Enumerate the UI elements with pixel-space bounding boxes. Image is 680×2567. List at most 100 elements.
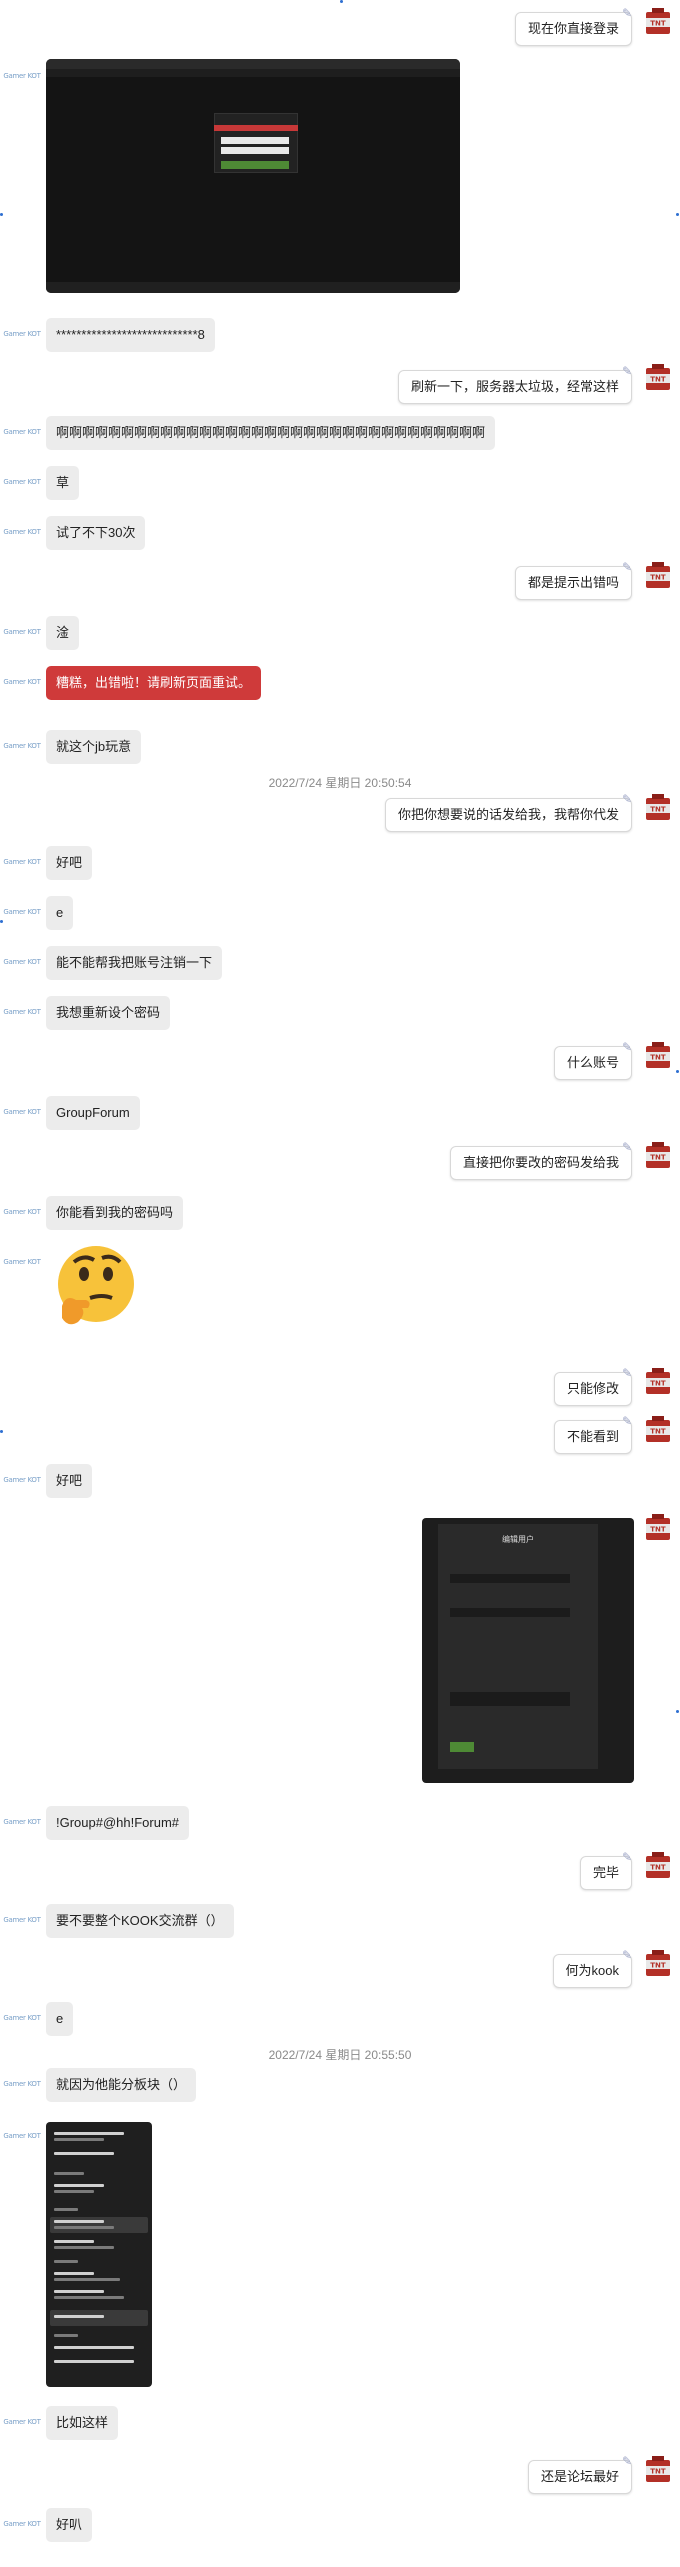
edge-marker	[676, 1710, 679, 1713]
panel-title: 编辑用户	[502, 1535, 534, 1544]
tnt-avatar-icon[interactable]: TNT	[642, 6, 674, 38]
message-bubble-sent[interactable]: 现在你直接登录 ✎	[514, 6, 632, 46]
chat-history: 现在你直接登录 ✎ TNT Gamer KOT Gamer KOT ******…	[0, 0, 680, 2567]
message-text: 要不要整个KOOK交流群（）	[56, 1913, 224, 1928]
message-bubble-sent[interactable]: 不能看到 ✎	[553, 1414, 632, 1454]
error-bar	[214, 125, 298, 131]
error-message-bubble[interactable]: 糟糕，出错啦！请刷新页面重试。	[46, 666, 262, 700]
message-bubble[interactable]: !Group#@hh!Forum#	[46, 1806, 190, 1840]
message-bubble[interactable]: e	[46, 2002, 74, 2036]
edge-marker	[340, 0, 343, 3]
gamer-kot-avatar-icon[interactable]: Gamer KOT	[3, 2508, 41, 2540]
message-bubble-sent[interactable]: 直接把你要改的密码发给我 ✎	[449, 1140, 632, 1180]
message-text: 糟糕，出错啦！请刷新页面重试。	[56, 675, 252, 690]
message-bubble-sent[interactable]: 只能修改 ✎	[553, 1366, 632, 1406]
gamer-kot-avatar-icon[interactable]: Gamer KOT	[3, 946, 41, 978]
message-bubble-sent[interactable]: 完毕 ✎	[579, 1850, 632, 1890]
message-bubble[interactable]: 好叭	[46, 2508, 93, 2542]
gamer-kot-avatar-icon[interactable]: Gamer KOT	[3, 896, 41, 928]
channel-line	[54, 2272, 94, 2275]
message-bubble[interactable]: GroupForum	[46, 1096, 140, 1130]
gamer-kot-avatar-icon[interactable]: Gamer KOT	[3, 466, 41, 498]
edit-pencil-icon: ✎	[621, 364, 633, 378]
gamer-kot-avatar-icon[interactable]: Gamer KOT	[3, 2406, 41, 2438]
tnt-avatar-icon[interactable]: TNT	[642, 1414, 674, 1446]
gamer-kot-avatar-icon[interactable]: Gamer KOT	[3, 846, 41, 878]
gamer-kot-avatar-icon[interactable]: Gamer KOT	[3, 1096, 41, 1128]
gamer-kot-avatar-icon[interactable]: Gamer KOT	[3, 2120, 41, 2152]
message-bubble[interactable]: 我想重新设个密码	[46, 996, 171, 1030]
gamer-kot-avatar-icon[interactable]: Gamer KOT	[3, 730, 41, 762]
message-bubble[interactable]: 比如这样	[46, 2406, 119, 2440]
message-bubble[interactable]: 好吧	[46, 1464, 93, 1498]
channel-line	[54, 2246, 114, 2249]
message-text: 直接把你要改的密码发给我	[462, 1155, 619, 1170]
message-bubble[interactable]: 啊啊啊啊啊啊啊啊啊啊啊啊啊啊啊啊啊啊啊啊啊啊啊啊啊啊啊啊啊啊啊啊啊	[46, 416, 496, 450]
gamer-kot-avatar-icon[interactable]: Gamer KOT	[3, 1904, 41, 1936]
gamer-kot-avatar-icon[interactable]: Gamer KOT	[3, 60, 41, 92]
message-bubble[interactable]: 要不要整个KOOK交流群（）	[46, 1904, 234, 1938]
channel-line	[54, 2296, 124, 2299]
channel-line	[54, 2132, 124, 2135]
message-text: 草	[56, 475, 70, 490]
message-text: 刷新一下，服务器太垃圾，经常这样	[410, 379, 619, 394]
gamer-kot-avatar-icon[interactable]: Gamer KOT	[3, 996, 41, 1028]
login-button	[221, 161, 289, 169]
channel-line	[54, 2226, 114, 2229]
tnt-avatar-icon[interactable]: TNT	[642, 2454, 674, 2486]
message-bubble[interactable]: ****************************8	[46, 318, 215, 352]
password-input	[450, 1692, 570, 1706]
channel-line	[54, 2360, 134, 2363]
channel-highlight	[50, 2310, 148, 2326]
tnt-avatar-icon[interactable]: TNT	[642, 1040, 674, 1072]
message-bubble[interactable]: 好吧	[46, 846, 93, 880]
gamer-kot-avatar-icon[interactable]: Gamer KOT	[3, 516, 41, 548]
edit-pencil-icon: ✎	[621, 1040, 633, 1054]
gamer-kot-avatar-icon[interactable]: Gamer KOT	[3, 666, 41, 698]
message-bubble[interactable]: 淦	[46, 616, 80, 650]
tnt-avatar-icon[interactable]: TNT	[642, 362, 674, 394]
message-bubble-sent[interactable]: 你把你想要说的话发给我，我帮你代发 ✎	[384, 792, 632, 832]
edit-pencil-icon: ✎	[621, 1366, 633, 1380]
message-bubble-sent[interactable]: 都是提示出错吗 ✎	[514, 560, 632, 600]
message-bubble[interactable]: 就因为他能分板块（）	[46, 2068, 197, 2102]
gamer-kot-avatar-icon[interactable]: Gamer KOT	[3, 318, 41, 350]
gamer-kot-avatar-icon[interactable]: Gamer KOT	[3, 1246, 41, 1278]
tnt-avatar-icon[interactable]: TNT	[642, 792, 674, 824]
message-bubble[interactable]: 你能看到我的密码吗	[46, 1196, 184, 1230]
gamer-kot-avatar-icon[interactable]: Gamer KOT	[3, 616, 41, 648]
edit-pencil-icon: ✎	[621, 1948, 633, 1962]
channel-line	[54, 2346, 134, 2349]
gamer-kot-avatar-icon[interactable]: Gamer KOT	[3, 416, 41, 448]
screenshot-edit-user[interactable]: 编辑用户	[422, 1518, 634, 1783]
edit-pencil-icon: ✎	[621, 792, 633, 806]
taskbar	[46, 282, 460, 293]
thinking-face-icon[interactable]	[52, 1244, 136, 1330]
gamer-kot-avatar-icon[interactable]: Gamer KOT	[3, 2068, 41, 2100]
message-bubble[interactable]: 能不能帮我把账号注销一下	[46, 946, 223, 980]
message-bubble[interactable]: 试了不下30次	[46, 516, 146, 550]
tnt-avatar-icon[interactable]: TNT	[642, 1140, 674, 1172]
message-bubble[interactable]: e	[46, 896, 74, 930]
message-bubble[interactable]: 草	[46, 466, 80, 500]
message-bubble[interactable]: 就这个jb玩意	[46, 730, 142, 764]
gamer-kot-avatar-icon[interactable]: Gamer KOT	[3, 1464, 41, 1496]
message-bubble-sent[interactable]: 还是论坛最好 ✎	[527, 2454, 632, 2494]
message-text: 何为kook	[565, 1963, 619, 1978]
message-text: e	[56, 2011, 64, 2026]
screenshot-kook-channels[interactable]	[46, 2122, 152, 2387]
gamer-kot-avatar-icon[interactable]: Gamer KOT	[3, 1196, 41, 1228]
tnt-avatar-icon[interactable]: TNT	[642, 1512, 674, 1544]
channel-line	[54, 2240, 94, 2243]
tnt-avatar-icon[interactable]: TNT	[642, 560, 674, 592]
message-bubble-sent[interactable]: 刷新一下，服务器太垃圾，经常这样 ✎	[397, 364, 632, 404]
message-bubble-sent[interactable]: 何为kook ✎	[552, 1948, 632, 1988]
message-text: 比如这样	[56, 2415, 109, 2430]
tnt-avatar-icon[interactable]: TNT	[642, 1366, 674, 1398]
message-bubble-sent[interactable]: 什么账号 ✎	[553, 1040, 632, 1080]
gamer-kot-avatar-icon[interactable]: Gamer KOT	[3, 1806, 41, 1838]
tnt-avatar-icon[interactable]: TNT	[642, 1948, 674, 1980]
tnt-avatar-icon[interactable]: TNT	[642, 1850, 674, 1882]
gamer-kot-avatar-icon[interactable]: Gamer KOT	[3, 2002, 41, 2034]
screenshot-login-page[interactable]	[46, 59, 460, 293]
